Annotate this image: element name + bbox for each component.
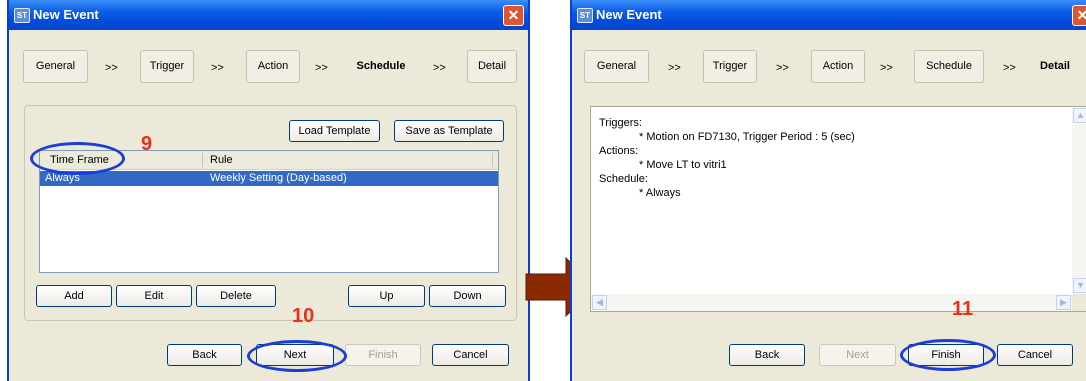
- finish-button[interactable]: Finish: [345, 344, 421, 366]
- up-button[interactable]: Up: [348, 285, 425, 307]
- window-title: New Event: [33, 7, 99, 22]
- highlight-ellipse-always: [30, 142, 125, 175]
- save-as-template-button[interactable]: Save as Template: [394, 120, 504, 142]
- next-button[interactable]: Next: [819, 344, 896, 366]
- step-arrow: >>: [433, 62, 446, 74]
- table-row[interactable]: Always Weekly Setting (Day-based): [40, 171, 498, 186]
- edit-button[interactable]: Edit: [116, 285, 192, 307]
- back-button[interactable]: Back: [167, 344, 242, 366]
- app-icon: ST: [577, 8, 593, 23]
- triggers-label: Triggers:: [599, 117, 642, 129]
- title-bar: ST New Event ✕: [572, 0, 1086, 30]
- vertical-scrollbar[interactable]: ▲ ▼: [1072, 107, 1086, 294]
- tab-general[interactable]: General: [584, 50, 649, 83]
- tab-detail[interactable]: Detail: [467, 50, 517, 83]
- column-divider[interactable]: [202, 153, 203, 167]
- step-arrow: >>: [1003, 62, 1016, 74]
- tab-action[interactable]: Action: [811, 50, 865, 83]
- scrollbar-corner: [1072, 294, 1086, 311]
- delete-button[interactable]: Delete: [196, 285, 276, 307]
- event-summary-textarea[interactable]: Triggers: * Motion on FD7130, Trigger Pe…: [590, 106, 1086, 312]
- down-button[interactable]: Down: [429, 285, 506, 307]
- action-item: * Move LT to vitri1: [639, 159, 727, 171]
- cell-rule: Weekly Setting (Day-based): [210, 172, 347, 184]
- new-event-window-detail: ST New Event ✕ General >> Trigger >> Act…: [570, 0, 1086, 381]
- actions-label: Actions:: [599, 145, 639, 157]
- tab-schedule[interactable]: Schedule: [914, 50, 984, 83]
- tab-trigger[interactable]: Trigger: [703, 50, 757, 83]
- app-icon: ST: [14, 8, 30, 23]
- scroll-down-icon[interactable]: ▼: [1073, 278, 1086, 293]
- annotation-step-10: 10: [292, 305, 315, 327]
- tab-trigger[interactable]: Trigger: [140, 50, 194, 83]
- cancel-button[interactable]: Cancel: [432, 344, 509, 366]
- step-arrow: >>: [315, 62, 328, 74]
- step-arrow: >>: [105, 62, 118, 74]
- step-arrow: >>: [211, 62, 224, 74]
- highlight-ellipse-next: [247, 340, 347, 372]
- tab-detail[interactable]: Detail: [1030, 50, 1080, 83]
- cancel-button[interactable]: Cancel: [997, 344, 1073, 366]
- horizontal-scrollbar[interactable]: ◀ ▶: [591, 294, 1072, 311]
- tab-schedule[interactable]: Schedule: [349, 50, 413, 83]
- annotation-step-9: 9: [141, 133, 153, 155]
- new-event-window-schedule: ST New Event ✕ General >> Trigger >> Act…: [7, 0, 530, 381]
- step-arrow: >>: [668, 62, 681, 74]
- load-template-button[interactable]: Load Template: [289, 120, 380, 142]
- tab-general[interactable]: General: [23, 50, 88, 83]
- back-button[interactable]: Back: [729, 344, 805, 366]
- tab-action[interactable]: Action: [246, 50, 300, 83]
- annotation-step-11: 11: [952, 298, 974, 320]
- step-arrow: >>: [776, 62, 789, 74]
- close-button[interactable]: ✕: [1072, 5, 1086, 26]
- close-button[interactable]: ✕: [503, 5, 524, 26]
- schedule-label: Schedule:: [599, 173, 648, 185]
- title-bar: ST New Event ✕: [9, 0, 528, 30]
- trigger-item: * Motion on FD7130, Trigger Period : 5 (…: [639, 131, 855, 143]
- add-button[interactable]: Add: [36, 285, 112, 307]
- scroll-left-icon[interactable]: ◀: [592, 295, 607, 310]
- scroll-right-icon[interactable]: ▶: [1056, 295, 1071, 310]
- highlight-ellipse-finish: [900, 339, 996, 371]
- column-divider[interactable]: [492, 153, 493, 167]
- step-arrow: >>: [880, 62, 893, 74]
- window-title: New Event: [596, 7, 662, 22]
- column-rule[interactable]: Rule: [210, 154, 233, 166]
- schedule-item: * Always: [639, 187, 681, 199]
- scroll-up-icon[interactable]: ▲: [1073, 108, 1086, 123]
